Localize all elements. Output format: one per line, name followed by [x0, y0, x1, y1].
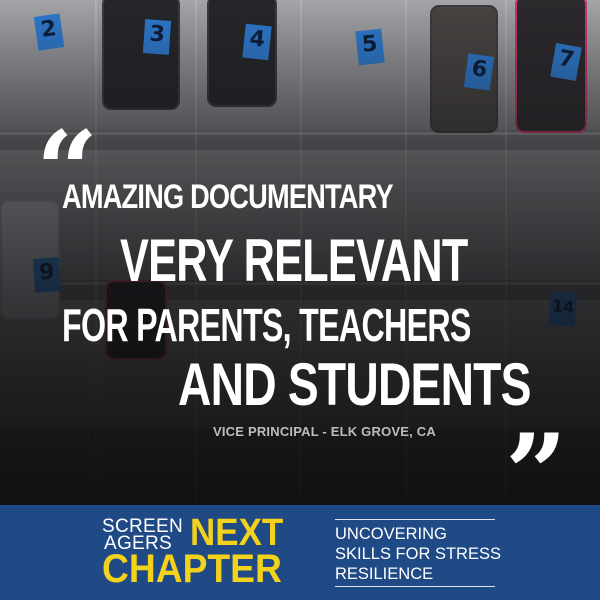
logo-chapter-text: CHAPTER — [102, 547, 282, 591]
divider — [335, 586, 495, 587]
tagline-line: SKILLS FOR STRESS — [335, 545, 501, 563]
quote-line: FOR PARENTS, TEACHERS — [62, 299, 471, 351]
divider — [335, 519, 495, 520]
promo-graphic: 2 3 4 5 6 7 9 14 “ AMAZING DOCUMENTARY V… — [0, 0, 600, 600]
quote-line: AMAZING DOCUMENTARY — [62, 178, 394, 216]
tagline-line: RESILIENCE — [335, 565, 434, 583]
quote-line-emphasis: VERY RELEVANT — [120, 227, 468, 294]
tagline-line: UNCOVERING — [335, 525, 447, 543]
quote-line-emphasis: AND STUDENTS — [178, 351, 531, 418]
footer-banner — [0, 505, 600, 600]
quote-attribution: VICE PRINCIPAL - ELK GROVE, CA — [213, 424, 436, 439]
